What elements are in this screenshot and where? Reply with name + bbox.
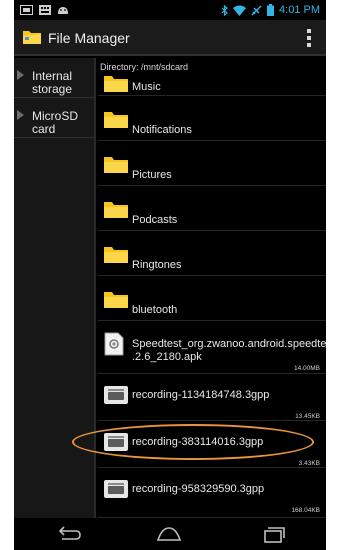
- list-item[interactable]: Notifications: [98, 97, 326, 141]
- apk-file-icon: [104, 332, 124, 356]
- app-title: File Manager: [48, 30, 130, 46]
- chevron-right-icon: [17, 110, 24, 120]
- wifi-icon: [233, 5, 247, 16]
- audio-file-icon: [104, 386, 128, 404]
- audio-file-icon: [104, 433, 128, 451]
- sidebar: Internal storage MicroSD card: [14, 58, 96, 518]
- folder-icon: [104, 157, 128, 173]
- status-time: 4:01 PM: [279, 4, 320, 16]
- home-icon[interactable]: [154, 524, 184, 544]
- airplane-icon: [251, 5, 262, 15]
- system-icons: 4:01 PM: [221, 3, 320, 17]
- list-item[interactable]: bluetooth: [98, 277, 326, 321]
- file-name-line1: Speedtest_org.zwanoo.android.speedtest_3: [132, 338, 326, 350]
- file-size: 168.04KB: [291, 507, 320, 514]
- screenshot-icon: [20, 5, 33, 15]
- battery-icon: [267, 4, 275, 16]
- phone-screen: 4:01 PM File Manager Internal storage Mi…: [14, 0, 326, 550]
- folder-name: bluetooth: [132, 304, 178, 316]
- file-size: 14.00MB: [293, 365, 320, 372]
- file-size: 3.43KB: [298, 460, 320, 467]
- list-item[interactable]: Pictures: [98, 142, 326, 186]
- sidebar-item-label: Internal storage: [32, 69, 73, 96]
- android-icon: [58, 7, 68, 14]
- folder-app-icon[interactable]: [22, 28, 42, 46]
- status-bar: 4:01 PM: [14, 0, 326, 20]
- sidebar-item-label: MicroSD card: [32, 109, 79, 136]
- folder-name: Pictures: [132, 169, 172, 181]
- folder-icon: [104, 202, 128, 218]
- back-icon[interactable]: [54, 524, 84, 544]
- folder-icon: [104, 112, 128, 128]
- chevron-right-icon: [17, 70, 24, 80]
- file-name: recording-958329590.3gpp: [132, 483, 265, 495]
- list-item[interactable]: recording-383114016.3gpp 3.43KB: [98, 422, 326, 468]
- recent-apps-icon[interactable]: [258, 524, 288, 544]
- audio-file-icon: [104, 480, 128, 498]
- list-item[interactable]: Speedtest_org.zwanoo.android.speedtest_3…: [98, 322, 326, 374]
- list-item[interactable]: recording-958329590.3gpp 168.04KB: [98, 469, 326, 518]
- keyboard-icon: [39, 5, 51, 15]
- directory-path: Directory: /mnt/sdcard: [100, 62, 189, 72]
- file-size: 13.45KB: [295, 413, 320, 420]
- folder-icon: [104, 247, 128, 263]
- folder-name: Music: [132, 81, 161, 93]
- folder-icon: [104, 292, 128, 308]
- folder-name: Podcasts: [132, 214, 178, 226]
- file-name-line2: .2.6_2180.apk: [132, 351, 202, 363]
- action-bar: File Manager: [14, 20, 326, 56]
- notification-icons: [20, 4, 69, 16]
- folder-icon: [104, 76, 128, 92]
- sidebar-item-internal-storage[interactable]: Internal storage: [14, 58, 96, 98]
- file-name: recording-383114016.3gpp: [132, 436, 264, 448]
- navigation-bar: [14, 518, 326, 550]
- overflow-menu-icon[interactable]: [306, 29, 312, 47]
- file-name: recording-1134184748.3gpp: [132, 389, 270, 401]
- list-item[interactable]: Ringtones: [98, 232, 326, 276]
- list-item[interactable]: recording-1134184748.3gpp 13.45KB: [98, 375, 326, 421]
- list-item[interactable]: Music: [98, 72, 326, 96]
- file-list: Directory: /mnt/sdcard Music Notificatio…: [98, 58, 326, 518]
- sidebar-item-microsd-card[interactable]: MicroSD card: [14, 98, 96, 138]
- folder-name: Ringtones: [132, 259, 182, 271]
- list-item[interactable]: Podcasts: [98, 187, 326, 231]
- folder-name: Notifications: [132, 124, 192, 136]
- bluetooth-icon: [221, 4, 228, 16]
